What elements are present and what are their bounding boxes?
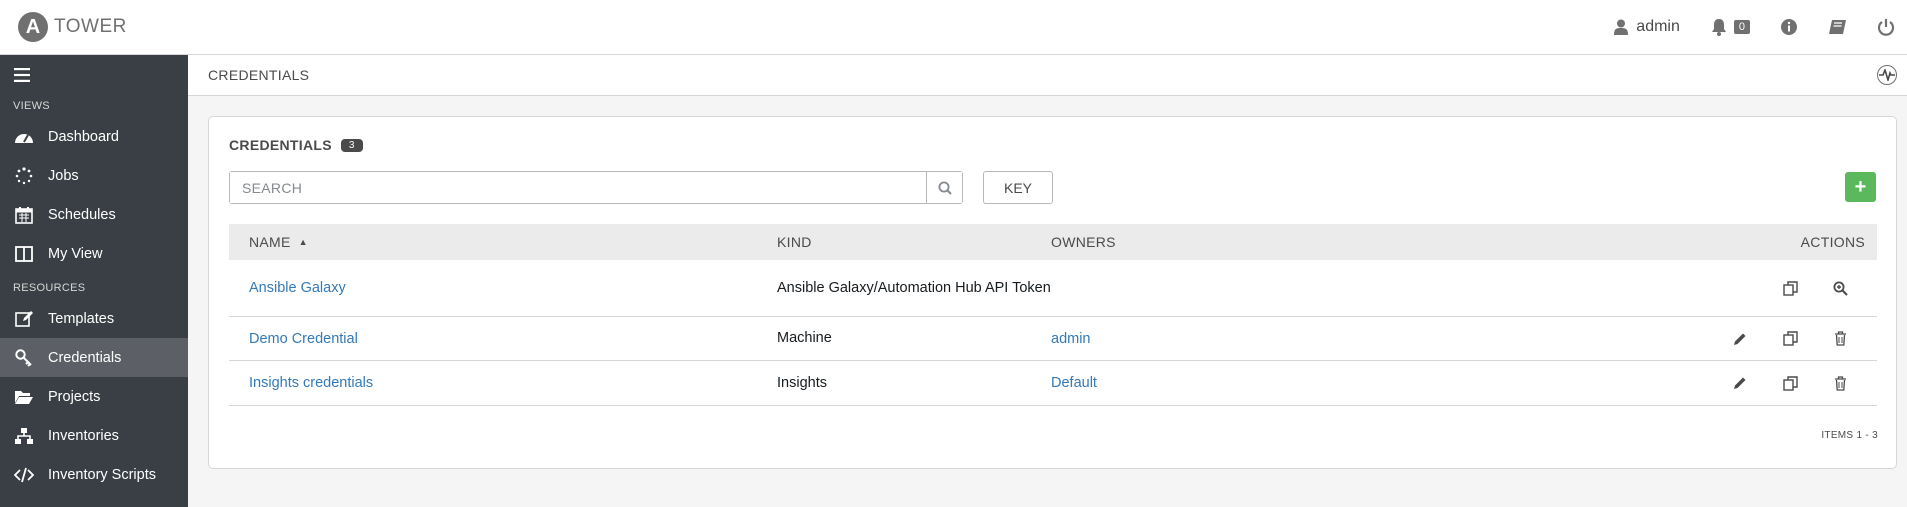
activity-stream-button[interactable] (1877, 65, 1897, 85)
sidebar-section-resources: RESOURCES (13, 282, 86, 294)
sidebar-item-credentials[interactable]: Credentials (0, 338, 188, 377)
sidebar-item-jobs[interactable]: Jobs (0, 156, 188, 195)
sidebar-item-projects[interactable]: Projects (0, 377, 188, 416)
sidebar-toggle-button[interactable] (0, 55, 188, 95)
sidebar-item-label: Dashboard (48, 128, 119, 145)
sidebar-item-inventories[interactable]: Inventories (0, 416, 188, 455)
table-header: NAME ▲ KIND OWNERS ACTIONS (229, 224, 1877, 260)
jobs-spinner-icon (13, 165, 35, 187)
brand-name: TOWER (54, 16, 127, 37)
trash-icon (1834, 375, 1846, 391)
delete-button[interactable] (1815, 375, 1865, 391)
user-name: admin (1636, 18, 1680, 35)
sidebar-item-inventory-scripts[interactable]: Inventory Scripts (0, 455, 188, 494)
calendar-icon (13, 204, 35, 226)
copy-icon (1782, 331, 1798, 346)
dashboard-icon (13, 126, 35, 148)
credential-kind: Machine (777, 330, 832, 346)
column-header-actions: ACTIONS (1800, 234, 1865, 250)
top-navigation-bar: A TOWER admin 0 (0, 0, 1907, 55)
table-row: Insights credentials Insights Default (229, 361, 1877, 406)
items-count: ITEMS 1 - 3 (1821, 430, 1878, 441)
folder-icon (13, 386, 35, 408)
credential-name-link[interactable]: Demo Credential (249, 331, 358, 347)
table-row: Ansible Galaxy Ansible Galaxy/Automation… (229, 260, 1877, 317)
documentation-button[interactable] (1828, 19, 1847, 36)
panel-title-text: CREDENTIALS (229, 137, 332, 153)
sidebar-item-schedules[interactable]: Schedules (0, 195, 188, 234)
pencil-icon (1734, 333, 1746, 345)
credentials-panel: CREDENTIALS 3 KEY + NAME ▲ KIND OWNERS A… (208, 116, 1897, 469)
credential-kind: Insights (777, 374, 827, 391)
notifications-button[interactable]: 0 (1710, 18, 1750, 36)
notification-count: 0 (1733, 20, 1750, 34)
columns-icon (13, 243, 35, 265)
hamburger-icon (14, 68, 30, 82)
sidebar-item-label: Inventory Scripts (48, 466, 156, 483)
table-row: Demo Credential Machine admin (229, 317, 1877, 361)
page-header: CREDENTIALS (188, 55, 1907, 96)
zoom-in-icon (1833, 281, 1848, 296)
activity-stream-icon (1879, 69, 1895, 81)
column-header-name-label: NAME (249, 234, 291, 250)
sidebar-item-label: Credentials (48, 349, 122, 366)
sitemap-icon (13, 425, 35, 447)
search-bar (229, 171, 963, 204)
copy-button[interactable] (1765, 331, 1815, 346)
sidebar-item-label: Schedules (48, 206, 116, 223)
key-icon (13, 347, 35, 369)
delete-button[interactable] (1815, 331, 1865, 346)
sidebar-item-label: My View (48, 245, 103, 262)
logout-button[interactable] (1877, 18, 1895, 36)
edit-button[interactable] (1715, 376, 1765, 390)
sidebar: VIEWS Dashboard Jobs Schedules My View R… (0, 55, 188, 507)
code-icon (13, 464, 35, 486)
credential-name-link[interactable]: Ansible Galaxy (249, 280, 346, 296)
owner-link[interactable]: Default (1051, 375, 1097, 391)
info-icon (1781, 19, 1797, 35)
add-button[interactable]: + (1845, 172, 1876, 202)
sidebar-item-label: Inventories (48, 427, 119, 444)
trash-icon (1834, 331, 1846, 346)
bell-icon (1711, 19, 1726, 36)
search-button[interactable] (926, 172, 962, 203)
credential-kind: Ansible Galaxy/Automation Hub API Token (777, 279, 1051, 296)
search-input[interactable] (230, 172, 926, 203)
column-header-kind: KIND (777, 233, 812, 250)
user-menu[interactable]: admin (1614, 18, 1680, 36)
sidebar-item-my-view[interactable]: My View (0, 234, 188, 273)
search-icon (938, 181, 952, 195)
copy-icon (1782, 375, 1798, 391)
column-header-name[interactable]: NAME ▲ (229, 234, 777, 250)
sidebar-item-templates[interactable]: Templates (0, 299, 188, 338)
credentials-table: NAME ▲ KIND OWNERS ACTIONS Ansible Galax… (229, 224, 1877, 406)
pencil-icon (1734, 377, 1746, 389)
sidebar-section-views: VIEWS (13, 100, 50, 112)
sidebar-item-dashboard[interactable]: Dashboard (0, 117, 188, 156)
sidebar-item-label: Templates (48, 310, 115, 327)
edit-button[interactable] (1715, 332, 1765, 346)
user-icon (1614, 19, 1629, 35)
copy-button[interactable] (1765, 375, 1815, 391)
about-button[interactable] (1780, 18, 1798, 36)
count-badge: 3 (340, 138, 363, 152)
credential-name-link[interactable]: Insights credentials (249, 375, 373, 391)
owner-link[interactable]: admin (1051, 331, 1091, 347)
sidebar-item-label: Projects (48, 388, 101, 405)
copy-button[interactable] (1765, 280, 1815, 296)
ansible-logo-icon: A (18, 12, 48, 42)
sidebar-item-label: Jobs (48, 167, 79, 184)
brand[interactable]: A TOWER (18, 12, 127, 42)
edit-icon (13, 308, 35, 330)
book-icon (1829, 19, 1846, 34)
panel-title: CREDENTIALS 3 (229, 137, 363, 153)
view-button[interactable] (1815, 281, 1865, 296)
breadcrumb: CREDENTIALS (208, 67, 310, 83)
power-icon (1877, 19, 1895, 36)
copy-icon (1782, 280, 1798, 296)
key-button[interactable]: KEY (983, 171, 1053, 204)
sort-ascending-icon: ▲ (298, 237, 308, 247)
column-header-owners: OWNERS (1051, 234, 1116, 250)
